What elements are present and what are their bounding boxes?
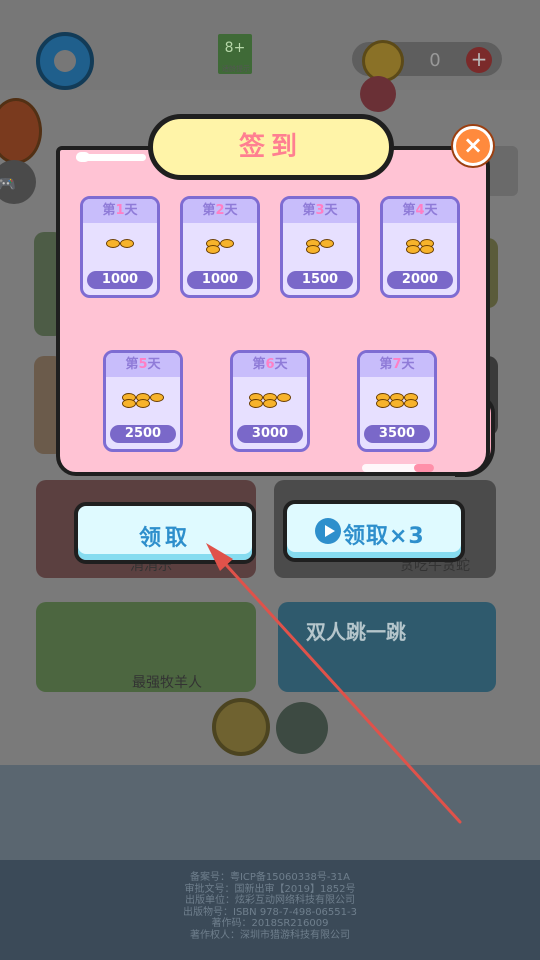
age-rating-text: 8+ <box>224 40 246 56</box>
claim-button-label: 领取 <box>138 526 191 551</box>
add-coins-button[interactable]: + <box>466 47 492 73</box>
license-info: 备案号：粤ICP备15060338号-31A 审批文号：国新出审【2019】18… <box>150 872 390 941</box>
claim-triple-label: 领取×3 <box>343 524 425 549</box>
pencil-icon[interactable] <box>276 702 328 754</box>
settings-gear-icon[interactable] <box>36 32 94 90</box>
license-line: 著作码：2018SR216009 <box>211 918 329 929</box>
coin-icon <box>320 239 334 248</box>
paw-coin-icon <box>362 40 404 82</box>
license-line: 著作权人：深圳市猎游科技有限公司 <box>190 929 350 941</box>
day-card-header: 第5天 <box>106 353 180 377</box>
dialog-title: 签到 <box>238 132 303 162</box>
game-tile-label: 最强牧羊人 <box>132 675 202 691</box>
age-rating-caption: 适龄提示 <box>222 65 250 73</box>
close-button[interactable]: × <box>453 126 493 166</box>
license-line: 出版物号：ISBN 978-7-498-06551-3 <box>183 906 357 918</box>
coin-icon <box>120 239 134 248</box>
license-line: 备案号：粤ICP备15060338号-31A <box>189 872 351 883</box>
day-card-7[interactable]: 第7天 3500 <box>357 350 437 452</box>
coin-icon <box>277 393 291 402</box>
coin-icon <box>420 245 434 254</box>
coin-icon <box>263 399 277 408</box>
age-rating-badge: 8+ 适龄提示 <box>218 34 252 74</box>
coin-icon <box>206 245 220 254</box>
play-video-icon <box>315 518 341 544</box>
coin-icon <box>404 399 418 408</box>
coin-icon <box>220 239 234 248</box>
reward-amount: 2500 <box>110 425 176 443</box>
coin-icon <box>249 399 263 408</box>
game-tile-double-jump[interactable]: 双人跳一跳 <box>278 602 496 692</box>
license-line: 审批文号：国新出审【2019】1852号 <box>184 883 356 895</box>
treasure-chest-icon[interactable] <box>0 98 42 164</box>
day-card-header: 第2天 <box>183 199 257 223</box>
day-card-header: 第7天 <box>360 353 434 377</box>
reward-amount: 3000 <box>237 425 303 443</box>
day-card-2[interactable]: 第2天 1000 <box>180 196 260 298</box>
panel-bottom-dot <box>414 464 434 472</box>
day-card-6[interactable]: 第6天 3000 <box>230 350 310 452</box>
coin-icon <box>106 239 120 248</box>
coin-count: 0 <box>429 50 441 71</box>
claim-triple-video-button[interactable]: 领取×3 <box>283 500 465 562</box>
pin-icon <box>360 76 396 112</box>
day-card-5[interactable]: 第5天 2500 <box>103 350 183 452</box>
coin-icon <box>122 399 136 408</box>
coin-icon <box>150 393 164 402</box>
day-card-header: 第4天 <box>383 199 457 223</box>
day-card-header: 第3天 <box>283 199 357 223</box>
coin-icon <box>136 399 150 408</box>
game-tile-title: 双人跳一跳 <box>306 620 406 644</box>
reward-amount: 1000 <box>87 271 153 289</box>
coin-icon <box>406 245 420 254</box>
reward-amount: 2000 <box>387 271 453 289</box>
license-line: 出版单位：炫彩互动网络科技有限公司 <box>185 895 355 906</box>
day-card-3[interactable]: 第3天 1500 <box>280 196 360 298</box>
day-card-header: 第1天 <box>83 199 157 223</box>
coin-icon <box>306 245 320 254</box>
reward-amount: 3500 <box>364 425 430 443</box>
coin-icon <box>390 399 404 408</box>
lucky-wheel-icon[interactable] <box>212 698 270 756</box>
day-card-header: 第6天 <box>233 353 307 377</box>
panel-highlight-dot <box>76 152 90 162</box>
day-card-1[interactable]: 第1天 1000 <box>80 196 160 298</box>
coin-icon <box>376 399 390 408</box>
day-card-4[interactable]: 第4天 2000 <box>380 196 460 298</box>
reward-amount: 1000 <box>187 271 253 289</box>
gamepad-icon[interactable]: 🎮 <box>0 160 36 204</box>
reward-amount: 1500 <box>287 271 353 289</box>
claim-button[interactable]: 领取 <box>74 502 256 564</box>
